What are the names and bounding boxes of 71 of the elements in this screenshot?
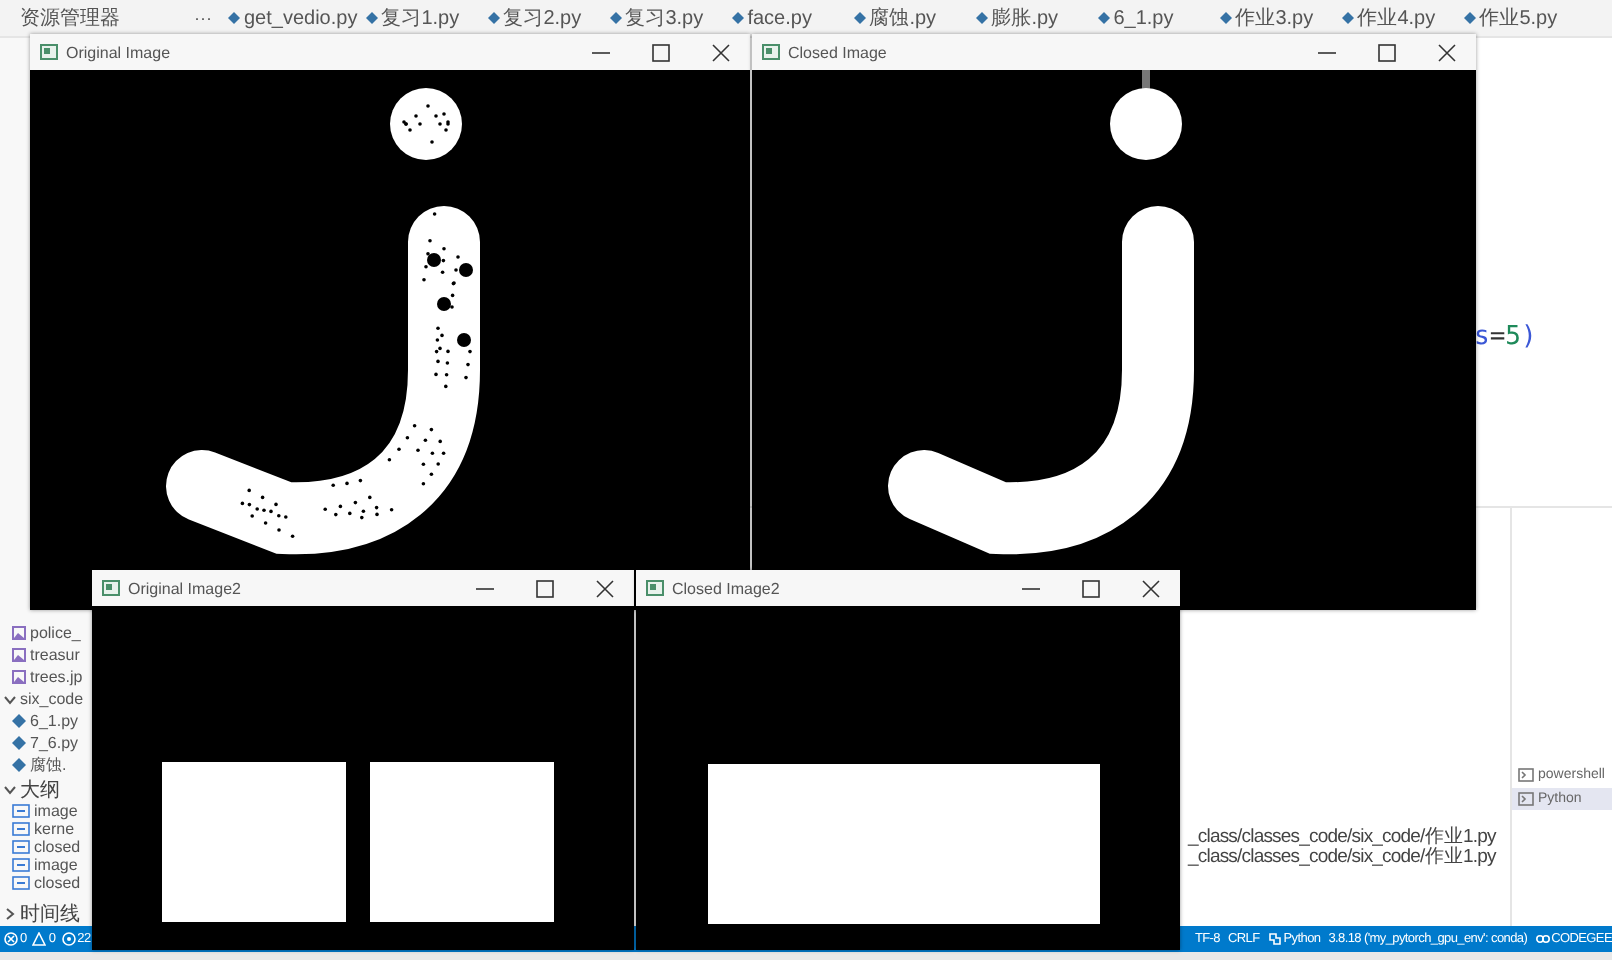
circle-dot-icon <box>61 932 76 946</box>
python-file-icon <box>731 12 744 24</box>
editor-tab[interactable]: 作业3.py <box>1215 0 1338 36</box>
maximize-icon <box>1377 43 1395 61</box>
code-line: s=5) <box>1474 322 1537 352</box>
outline-item[interactable]: kerne <box>0 820 75 838</box>
python-file-icon <box>487 12 500 24</box>
outline-item[interactable]: image <box>0 856 78 874</box>
section-header[interactable]: 时间线 <box>0 900 80 926</box>
python-file-icon <box>1097 12 1110 24</box>
outline-item[interactable]: image <box>0 802 78 820</box>
error-icon <box>4 932 18 946</box>
window-app-icon <box>40 44 58 60</box>
python-file-icon <box>609 12 622 24</box>
more-actions-button[interactable]: ··· <box>194 8 212 28</box>
terminal-icon <box>1518 792 1534 806</box>
maximize-icon <box>1081 579 1099 597</box>
python-file-icon <box>365 12 378 24</box>
section-header[interactable]: 大纲 <box>0 776 60 802</box>
file-item[interactable]: treasur <box>0 644 80 666</box>
python-file-icon <box>975 12 988 24</box>
variable-icon <box>12 840 30 854</box>
rings-icon <box>1535 932 1550 946</box>
variable-icon <box>12 822 30 836</box>
variable-icon <box>12 858 30 872</box>
editor-tab[interactable]: 复习1.py <box>361 0 484 36</box>
editor-tab[interactable]: get_vedio.py <box>224 0 362 36</box>
file-item[interactable]: 6_1.py <box>0 710 79 732</box>
image-file-icon <box>12 670 26 684</box>
variable-icon <box>12 804 30 818</box>
close-icon <box>595 579 613 597</box>
close-icon <box>1141 579 1159 597</box>
python-file-icon <box>1219 12 1232 24</box>
variable-icon <box>12 876 30 890</box>
editor-tab[interactable]: 6_1.py <box>1093 0 1216 36</box>
editor-tab[interactable]: 复习3.py <box>605 0 728 36</box>
warning-icon <box>32 932 47 946</box>
window-title: Closed Image2 <box>672 579 782 597</box>
window-app-icon <box>646 580 664 596</box>
file-item[interactable]: trees.jp <box>0 666 83 688</box>
maximize-icon <box>651 43 669 61</box>
window-title: Original Image2 <box>128 579 243 597</box>
terminal-line: _class/classes_code/six_code/作业1.py <box>1188 848 1499 868</box>
editor-tab[interactable]: 复习2.py <box>483 0 606 36</box>
image-file-icon <box>12 648 26 662</box>
outline-item[interactable]: closed <box>0 874 81 892</box>
close-icon <box>1437 43 1455 61</box>
editor-tab[interactable]: face.py <box>727 0 850 36</box>
python-file-icon <box>853 12 866 24</box>
editor-tab[interactable]: 膨胀.py <box>971 0 1094 36</box>
window-title: Original Image <box>66 43 173 61</box>
explorer-title: 资源管理器 <box>20 6 120 32</box>
file-item[interactable]: 腐蚀. <box>0 754 67 776</box>
editor-tab[interactable]: 作业4.py <box>1337 0 1460 36</box>
close-icon <box>711 43 729 61</box>
terminal-icon <box>1518 768 1534 782</box>
outline-item[interactable]: closed <box>0 838 81 856</box>
folder-item[interactable]: six_code <box>0 688 84 710</box>
python-file-icon <box>1341 12 1354 24</box>
maximize-icon <box>535 579 553 597</box>
window-app-icon <box>762 44 780 60</box>
python-file-icon <box>1463 12 1476 24</box>
window-app-icon <box>102 580 120 596</box>
python-file-icon <box>228 12 240 24</box>
file-item[interactable]: police_ <box>0 622 81 644</box>
terminal-line: _class/classes_code/six_code/作业1.py <box>1188 828 1499 848</box>
image-file-icon <box>12 626 26 640</box>
window-title: Closed Image <box>788 43 889 61</box>
file-item[interactable]: 7_6.py <box>0 732 79 754</box>
editor-tab[interactable]: 作业5.py <box>1459 0 1582 36</box>
editor-tab[interactable]: 腐蚀.py <box>849 0 972 36</box>
